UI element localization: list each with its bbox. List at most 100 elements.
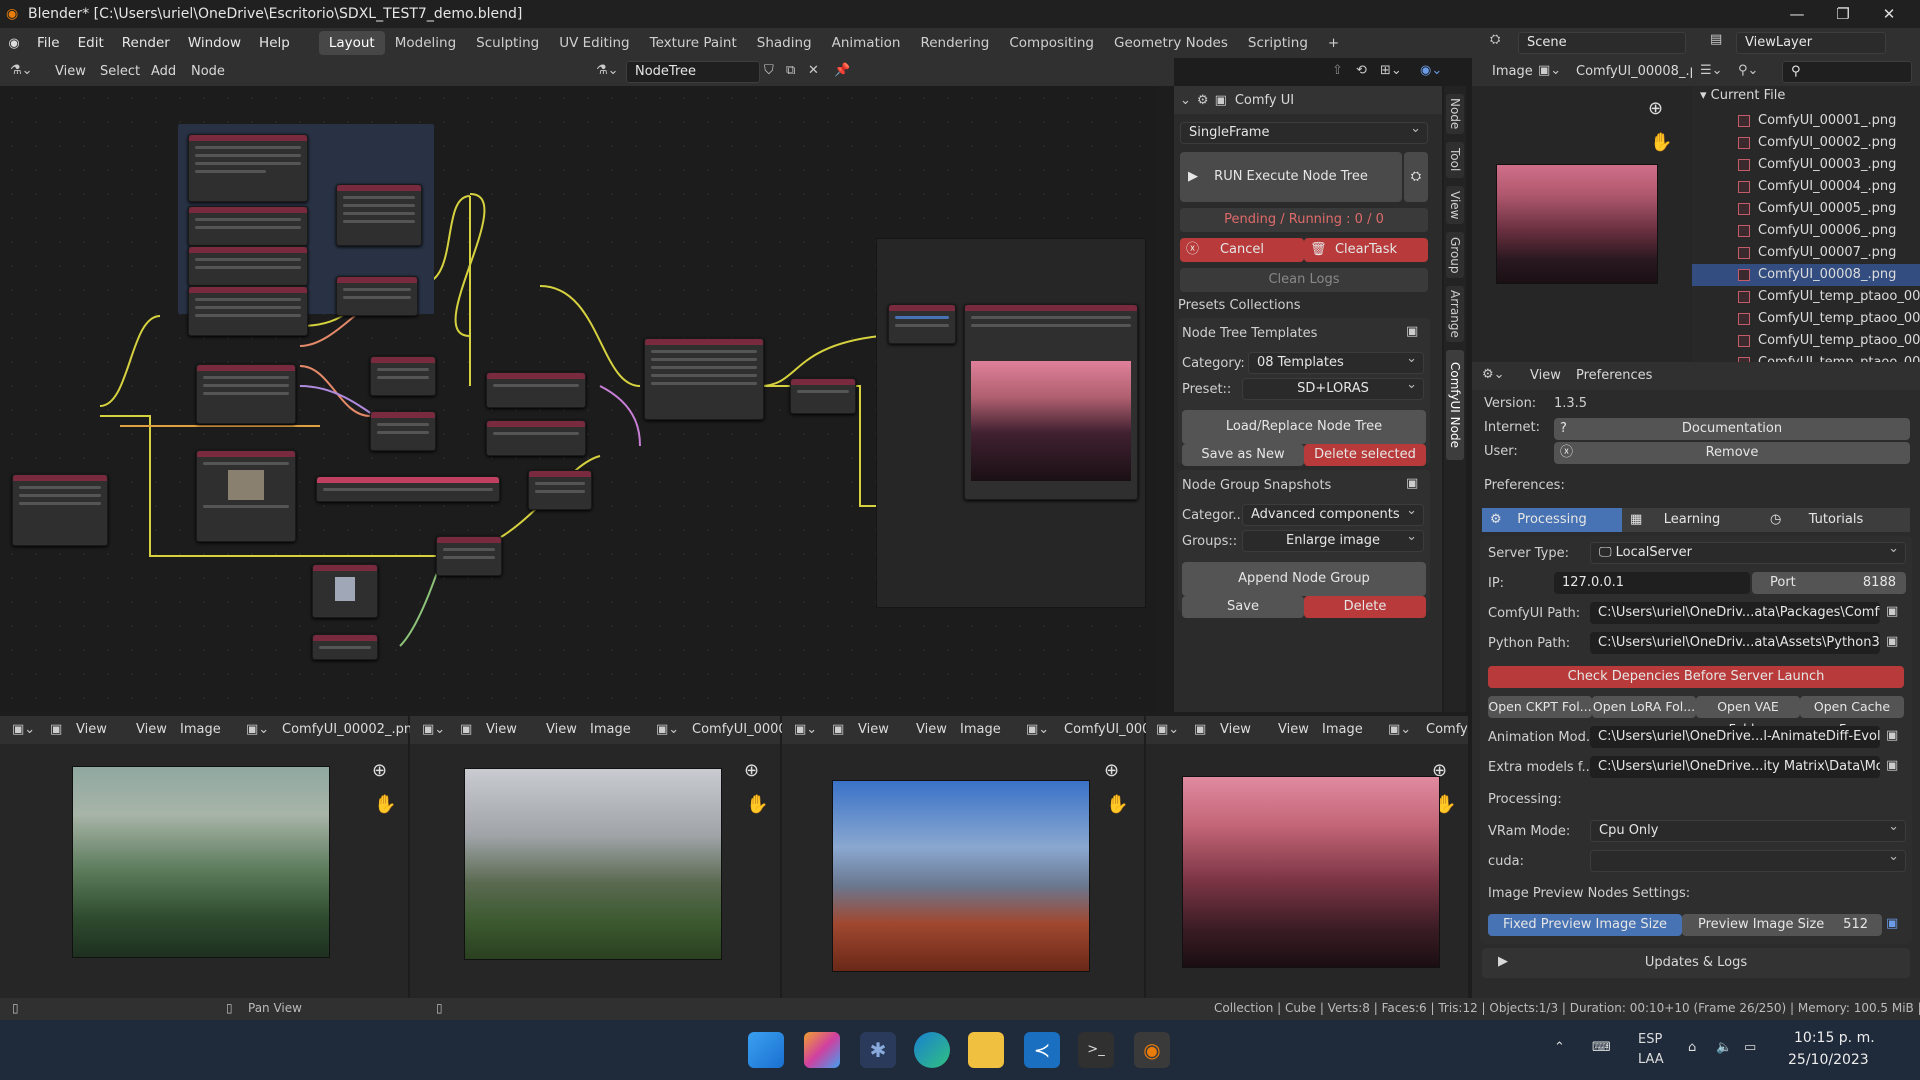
tab-tool[interactable]: Tool xyxy=(1446,142,1464,178)
tab-animation[interactable]: Animation xyxy=(822,31,911,55)
editor-type-icon[interactable]: ▣⌄ xyxy=(794,722,817,737)
node-clip-encode-b[interactable] xyxy=(486,420,586,456)
save-button[interactable]: Save xyxy=(1182,596,1304,618)
tab-layout[interactable]: Layout xyxy=(318,31,385,55)
load-replace-button[interactable]: Load/Replace Node Tree xyxy=(1182,410,1426,444)
check-dependencies-button[interactable]: Check Depencies Before Server Launch xyxy=(1488,666,1904,688)
editor-type-icon[interactable]: ▣⌄ xyxy=(1156,722,1179,737)
close-icon[interactable]: ✕ xyxy=(1866,0,1912,28)
preset-dropdown[interactable]: SD+LORAS xyxy=(1242,375,1424,400)
delete-selected-button[interactable]: Delete selected xyxy=(1304,444,1426,466)
menu-edit[interactable]: Edit xyxy=(69,35,113,51)
mode-dropdown[interactable]: SingleFrame xyxy=(1180,119,1428,144)
open-ckpt-folder-button[interactable]: Open CKPT Fol... xyxy=(1488,696,1592,718)
node-image-loader-b[interactable] xyxy=(312,564,378,618)
view-mode-icon[interactable]: ▣ xyxy=(460,722,472,737)
outliner-image-item[interactable]: ComfyUI_00006_.png xyxy=(1692,220,1920,242)
outliner-root[interactable]: ▾ Current File xyxy=(1700,88,1785,103)
extra-models-input[interactable]: C:\Users\uriel\OneDrive...ity Matrix\Dat… xyxy=(1590,756,1880,778)
tab-scripting[interactable]: Scripting xyxy=(1238,31,1318,55)
node-menu-select[interactable]: Select xyxy=(100,64,140,79)
python-path-input[interactable]: C:\Users\uriel\OneDriv...ata\Assets\Pyth… xyxy=(1590,632,1880,654)
display-mode-icon[interactable]: ☰⌄ xyxy=(1700,63,1723,78)
cuda-dropdown[interactable] xyxy=(1590,847,1906,872)
node-clip-encode-a[interactable] xyxy=(486,372,586,408)
tab-comfyui-node[interactable]: ComfyUI Node xyxy=(1446,350,1464,460)
node-menu-view[interactable]: View xyxy=(55,64,86,79)
image-browse-icon[interactable]: ▣⌄ xyxy=(1026,722,1049,737)
image-menu[interactable]: Image xyxy=(180,722,221,737)
menu-render[interactable]: Render xyxy=(113,35,179,51)
view-dropdown[interactable]: View xyxy=(76,722,107,737)
folder-browse-icon[interactable]: ▣ xyxy=(1886,728,1898,743)
image-file-name[interactable]: ComfyUI_00002_.png xyxy=(282,722,420,737)
node-color-tones[interactable] xyxy=(188,246,308,286)
port-input[interactable]: Port 8188 xyxy=(1752,572,1906,594)
image-browse-icon[interactable]: ▣⌄ xyxy=(246,722,269,737)
clean-logs-button[interactable]: Clean Logs xyxy=(1180,268,1428,292)
tab-compositing[interactable]: Compositing xyxy=(999,31,1104,55)
folder-icon[interactable]: ▣ xyxy=(1406,324,1418,339)
prefs-menu-view[interactable]: View xyxy=(1530,368,1561,383)
node-lora-stack[interactable] xyxy=(370,411,436,451)
editor-type-icon[interactable]: ▣⌄ xyxy=(12,722,35,737)
server-type-dropdown[interactable]: 🖵 LocalServer xyxy=(1590,539,1906,564)
outliner-image-item[interactable]: ComfyUI_temp_ptaoo_0000 xyxy=(1692,308,1920,330)
tab-modeling[interactable]: Modeling xyxy=(385,31,466,55)
node-hires-fix[interactable] xyxy=(436,536,502,576)
outliner-image-item[interactable]: ComfyUI_00004_.png xyxy=(1692,176,1920,198)
image-menu[interactable]: Image xyxy=(590,722,631,737)
editor-type-icon[interactable]: ⚗⌄ xyxy=(10,63,33,78)
hand-icon[interactable]: ✋ xyxy=(746,794,768,815)
menu-file[interactable]: File xyxy=(28,35,69,51)
remove-button[interactable]: ⓧ Remove xyxy=(1554,442,1910,464)
open-cache-folder-button[interactable]: Open Cache Fo... xyxy=(1800,696,1904,736)
node-load-image[interactable] xyxy=(196,450,296,542)
outliner-search[interactable]: ⚲ xyxy=(1782,61,1912,83)
lang-code[interactable]: ESP xyxy=(1638,1032,1662,1047)
node-canvas[interactable] xyxy=(0,86,1156,712)
pin-icon[interactable]: 📌 xyxy=(834,63,850,78)
add-workspace-icon[interactable]: + xyxy=(1318,31,1349,55)
terminal-icon[interactable]: >_ xyxy=(1078,1032,1114,1068)
tab-uv-editing[interactable]: UV Editing xyxy=(549,31,639,55)
maximize-icon[interactable]: ❐ xyxy=(1820,0,1866,28)
scene-selector[interactable]: Scene xyxy=(1518,32,1686,54)
updates-logs-panel[interactable]: ▶ Updates & Logs xyxy=(1482,948,1910,978)
hand-icon[interactable]: ✋ xyxy=(374,794,396,815)
groups-dropdown[interactable]: Enlarge image xyxy=(1242,527,1424,552)
tab-shading[interactable]: Shading xyxy=(747,31,822,55)
clock-time[interactable]: 10:15 p. m. xyxy=(1794,1030,1875,1046)
image-browse-icon[interactable]: ▣⌄ xyxy=(656,722,679,737)
folder-browse-icon[interactable]: ▣ xyxy=(1886,758,1898,773)
image-file-name[interactable]: ComfyUI_0000 xyxy=(692,722,787,737)
outliner-image-item[interactable]: ComfyUI_00005_.png xyxy=(1692,198,1920,220)
collapse-chevron-icon[interactable]: ⌄ xyxy=(1180,93,1191,108)
ip-input[interactable]: 127.0.0.1 xyxy=(1554,572,1750,594)
preferences-gear-icon[interactable]: ⚙⌄ xyxy=(1482,367,1505,382)
delete-button[interactable]: Delete xyxy=(1304,596,1426,618)
outliner-image-item[interactable]: ComfyUI_00003_.png xyxy=(1692,154,1920,176)
node-save[interactable] xyxy=(888,304,956,344)
view-menu[interactable]: View xyxy=(546,722,577,737)
outliner-image-item[interactable]: ComfyUI_temp_ptaoo_0000 xyxy=(1692,286,1920,308)
view-dropdown[interactable]: View xyxy=(1220,722,1251,737)
tab-rendering[interactable]: Rendering xyxy=(910,31,999,55)
tab-geometry-nodes[interactable]: Geometry Nodes xyxy=(1104,31,1238,55)
image-menu[interactable]: Image xyxy=(1322,722,1363,737)
fake-user-shield-icon[interactable]: ⛉ xyxy=(764,63,774,78)
scene-icon[interactable]: ⛭ xyxy=(1490,32,1500,47)
open-lora-folder-button[interactable]: Open LoRA Fol... xyxy=(1592,696,1696,718)
view-menu[interactable]: View xyxy=(1278,722,1309,737)
parent-tree-icon[interactable]: ⇧ xyxy=(1332,63,1343,78)
node-tree-type-icon[interactable]: ⚗⌄ xyxy=(596,63,619,78)
image-file-name[interactable]: Comfy xyxy=(1426,722,1468,737)
wifi-icon[interactable]: ⌂ xyxy=(1688,1040,1696,1055)
folder-browse-icon[interactable]: ▣ xyxy=(1886,634,1898,649)
node-ksampler[interactable] xyxy=(644,338,764,420)
node-vae-decode[interactable] xyxy=(790,378,856,414)
zoom-icon[interactable]: ⊕ xyxy=(372,760,387,781)
editor-type-icon[interactable]: ▣⌄ xyxy=(422,722,445,737)
prefs-menu-preferences[interactable]: Preferences xyxy=(1576,368,1652,383)
node-camera-settings[interactable] xyxy=(188,206,308,246)
